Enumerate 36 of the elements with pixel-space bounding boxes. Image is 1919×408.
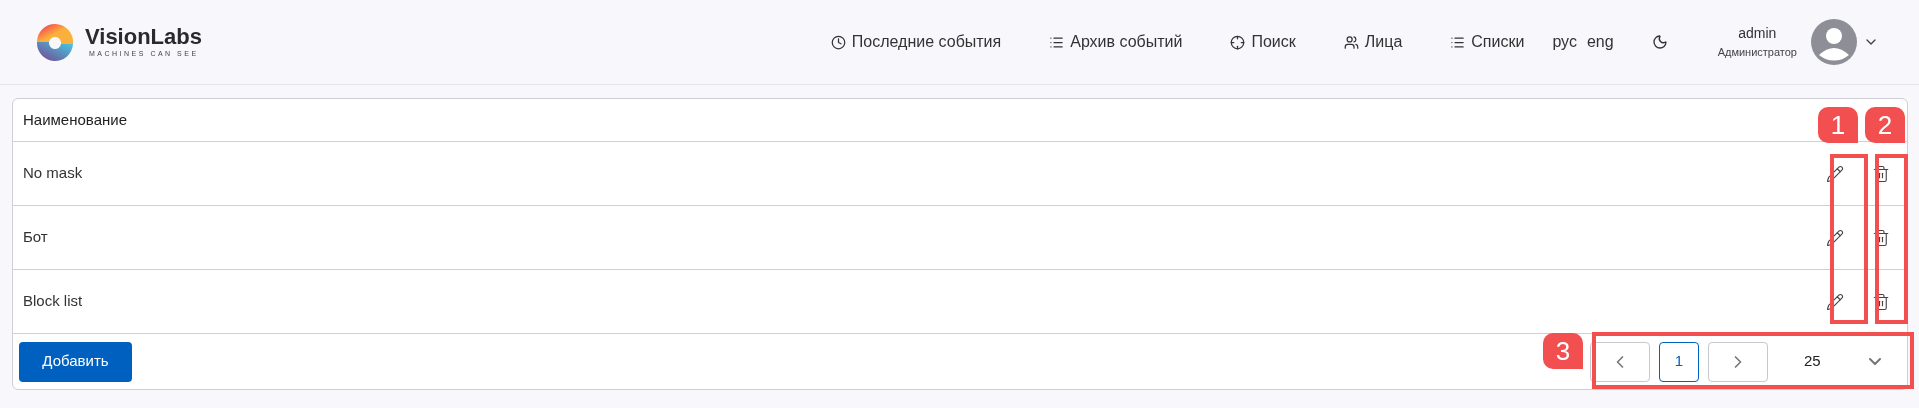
users-icon: [1343, 34, 1359, 50]
theme-toggle-icon[interactable]: [1651, 34, 1668, 50]
language-link[interactable]: eng: [1586, 30, 1614, 54]
brand-name: VisionLabs: [85, 24, 202, 49]
table-cell-text: Бот: [23, 227, 48, 248]
avatar-icon[interactable]: [1811, 19, 1857, 65]
pencil-icon: [1826, 228, 1844, 247]
add-button[interactable]: Добавить: [19, 341, 132, 382]
trash-icon: [1872, 164, 1890, 183]
chevron-down-icon: [1869, 358, 1881, 365]
callout-badge: 1: [1818, 107, 1858, 143]
callout-badge: 2: [1865, 107, 1905, 143]
nav-link[interactable]: Последние события: [830, 30, 1002, 54]
nav-link[interactable]: Списки: [1450, 30, 1525, 54]
trash-icon: [1872, 292, 1890, 311]
user-role: Администратор: [1717, 45, 1797, 61]
previous-page-button[interactable]: [1590, 341, 1650, 382]
trash-icon: [1872, 228, 1890, 247]
table-cell-text: Block list: [23, 291, 83, 312]
pencil-icon: [1826, 164, 1844, 183]
column-header: Наименование: [23, 109, 127, 130]
language-link[interactable]: рус: [1552, 30, 1577, 54]
page-size-select[interactable]: 25: [1777, 341, 1887, 382]
logo-icon: [35, 22, 75, 62]
page-button[interactable]: 1: [1659, 341, 1699, 382]
user-name: admin: [1738, 24, 1777, 44]
pencil-icon: [1826, 292, 1844, 311]
nav-link[interactable]: Лица: [1343, 30, 1403, 54]
clock-icon: [830, 34, 846, 50]
nav-link[interactable]: Поиск: [1230, 30, 1296, 54]
callout-badge: 3: [1543, 333, 1583, 369]
nav-link[interactable]: Архив событий: [1049, 30, 1183, 54]
table-cell-text: No mask: [23, 163, 83, 184]
crosshair-icon: [1230, 34, 1246, 50]
list-icon: [1049, 34, 1065, 50]
list-icon: [1450, 34, 1466, 50]
